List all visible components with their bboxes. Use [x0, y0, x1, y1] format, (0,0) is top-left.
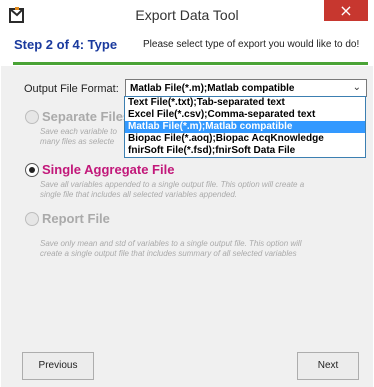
format-option-text[interactable]: Text File(*.txt);Tab-separated text: [125, 97, 365, 109]
step-title: Step 2 of 4: Type: [14, 37, 118, 52]
instruction-text: Please select type of export you would l…: [143, 39, 360, 50]
option-single-aggregate-label[interactable]: Single Aggregate File: [42, 162, 174, 177]
option-separate-files-desc: Save each variable to many files as sele…: [40, 127, 117, 146]
radio-single-aggregate[interactable]: [25, 163, 39, 177]
radio-separate-files[interactable]: [25, 110, 39, 124]
close-button[interactable]: ×: [324, 0, 368, 21]
option-report-file-label[interactable]: Report File: [42, 211, 110, 226]
format-label: Output File Format:: [24, 83, 119, 95]
format-option-excel[interactable]: Excel File(*.csv);Comma-separated text: [125, 109, 365, 121]
previous-button[interactable]: Previous: [22, 352, 94, 380]
next-button[interactable]: Next: [297, 352, 359, 380]
option-separate-files-label[interactable]: Separate Files: [42, 109, 130, 124]
format-option-matlab[interactable]: Matlab File(*.m);Matlab compatible: [125, 121, 365, 133]
format-dropdown-list: Text File(*.txt);Tab-separated text Exce…: [124, 96, 366, 158]
chevron-down-icon[interactable]: ⌄: [353, 82, 361, 93]
title-bar: Export Data Tool ×: [0, 0, 374, 30]
wizard-header: Step 2 of 4: Type Please select type of …: [0, 30, 374, 60]
window-title: Export Data Tool: [135, 7, 239, 23]
header-divider: [13, 62, 368, 65]
radio-report-file[interactable]: [25, 212, 39, 226]
option-report-file-desc: Save only mean and std of variables to a…: [40, 239, 302, 258]
format-option-fnirsoft[interactable]: fnirSoft File(*.fsd);fnirSoft Data File: [125, 145, 365, 157]
option-single-aggregate-desc: Save all variables appended to a single …: [40, 180, 305, 199]
format-select[interactable]: Matlab File(*.m);Matlab compatible ⌄: [125, 79, 367, 97]
format-selected-value: Matlab File(*.m);Matlab compatible: [130, 83, 295, 94]
format-option-biopac[interactable]: Biopac File(*.aoq);Biopac AcqKnowledge: [125, 133, 365, 145]
